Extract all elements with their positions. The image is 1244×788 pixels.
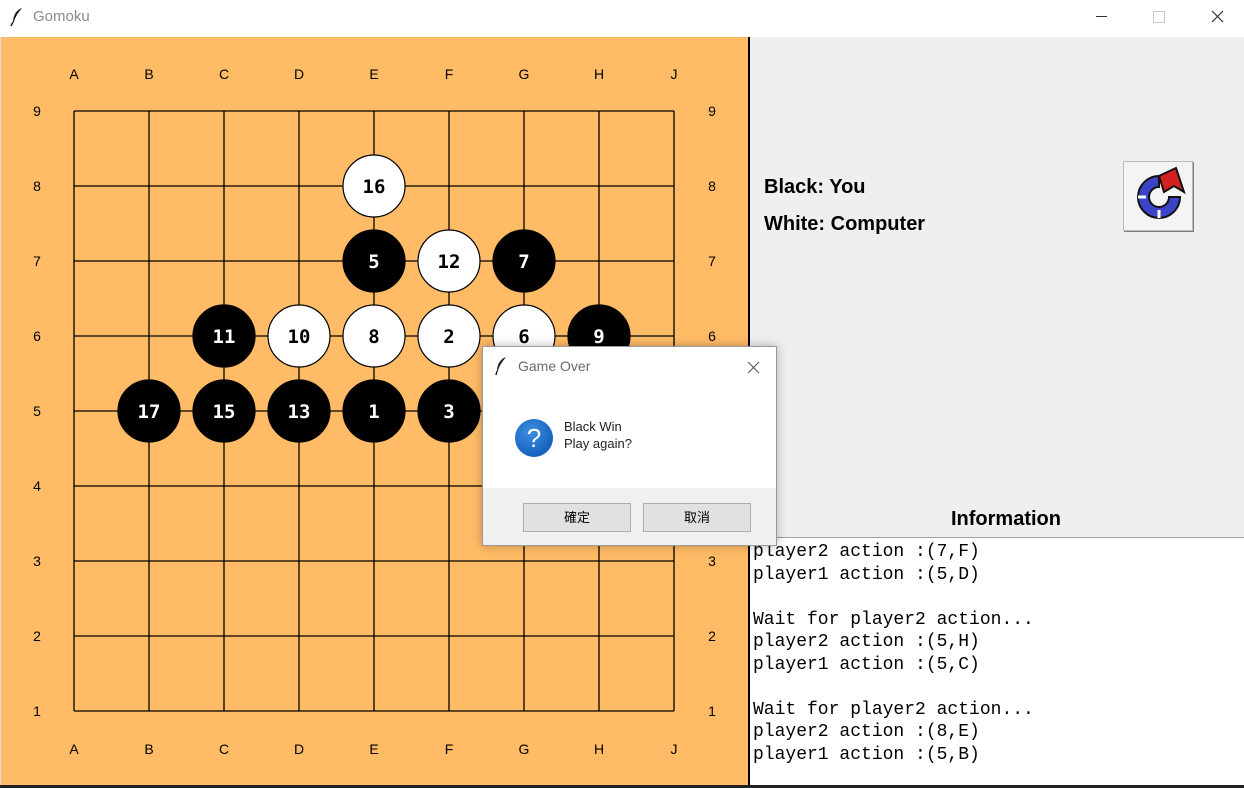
maximize-icon xyxy=(1153,11,1165,23)
stone-number: 6 xyxy=(518,326,529,348)
minimize-button[interactable] xyxy=(1078,0,1124,34)
row-label: 3 xyxy=(33,553,41,569)
column-label: F xyxy=(445,741,454,757)
column-label: A xyxy=(69,66,79,82)
stone-number: 1 xyxy=(368,401,379,423)
information-log[interactable]: player2 action :(7,F) player1 action :(5,… xyxy=(750,537,1244,785)
player-info-panel: Black: You White: Computer Information xyxy=(750,37,1244,537)
column-label: G xyxy=(519,741,530,757)
dialog-close-button[interactable] xyxy=(743,357,763,377)
row-label: 1 xyxy=(708,703,716,719)
log-line: player2 action :(5,H) xyxy=(753,632,980,652)
feather-icon xyxy=(10,8,22,27)
column-label: B xyxy=(144,66,153,82)
column-label: E xyxy=(369,741,378,757)
row-label: 3 xyxy=(708,553,716,569)
column-label: J xyxy=(671,66,678,82)
column-label: F xyxy=(445,66,454,82)
stone-number: 3 xyxy=(443,401,454,423)
restart-icon xyxy=(1137,166,1186,219)
cancel-button[interactable]: 取消 xyxy=(643,503,751,532)
stone-number: 12 xyxy=(438,251,461,273)
question-icon: ? xyxy=(515,419,553,457)
stone-number: 2 xyxy=(443,326,454,348)
row-label: 7 xyxy=(33,253,41,269)
svg-text:?: ? xyxy=(527,423,541,453)
maximize-button[interactable] xyxy=(1136,0,1182,34)
row-label: 9 xyxy=(708,103,716,119)
stone-number: 17 xyxy=(138,401,161,423)
feather-icon xyxy=(495,357,506,376)
close-button[interactable] xyxy=(1194,0,1240,34)
black-player-label: Black: You xyxy=(764,176,866,198)
restart-button[interactable] xyxy=(1123,161,1193,231)
window-titlebar: Gomoku xyxy=(0,0,1244,34)
row-label: 2 xyxy=(708,628,716,644)
dialog-footer: 確定 取消 xyxy=(483,488,776,545)
log-line: Wait for player2 action... xyxy=(753,699,1034,720)
column-label: D xyxy=(294,66,304,82)
column-label: J xyxy=(671,741,678,757)
log-line: player2 action :(8,E) xyxy=(753,722,980,742)
dialog-title: Game Over xyxy=(518,358,591,374)
stone-number: 9 xyxy=(593,326,604,348)
close-icon xyxy=(1211,10,1224,23)
column-label: C xyxy=(219,741,229,757)
row-label: 8 xyxy=(33,178,41,194)
log-line: player1 action :(5,C) xyxy=(753,654,980,675)
log-line: player1 action :(5,D) xyxy=(753,564,980,585)
log-line: player2 action :(7,F) xyxy=(753,542,980,562)
stone-number: 11 xyxy=(213,326,236,348)
column-label: H xyxy=(594,741,604,757)
dialog-message-question: Play again? xyxy=(564,436,632,451)
column-label: H xyxy=(594,66,604,82)
stone-number: 15 xyxy=(213,401,236,423)
row-label: 4 xyxy=(33,478,41,494)
row-label: 9 xyxy=(33,103,41,119)
row-label: 5 xyxy=(33,403,41,419)
column-label: E xyxy=(369,66,378,82)
game-over-dialog: Game Over ? Black Win Play again? 確定 取消 xyxy=(482,346,777,546)
row-label: 8 xyxy=(708,178,716,194)
window-title: Gomoku xyxy=(33,8,90,25)
dialog-message-result: Black Win xyxy=(564,419,622,434)
stone-number: 7 xyxy=(518,251,529,273)
column-label: C xyxy=(219,66,229,82)
stone-number: 16 xyxy=(363,176,386,198)
log-line: Wait for player2 action... xyxy=(753,609,1034,630)
column-label: G xyxy=(519,66,530,82)
column-label: B xyxy=(144,741,153,757)
column-label: A xyxy=(69,741,79,757)
stone-number: 10 xyxy=(288,326,311,348)
row-label: 2 xyxy=(33,628,41,644)
row-label: 6 xyxy=(33,328,41,344)
information-heading: Information xyxy=(951,508,1061,530)
row-label: 1 xyxy=(33,703,41,719)
row-label: 7 xyxy=(708,253,716,269)
log-line: player1 action :(5,B) xyxy=(753,744,980,765)
close-icon xyxy=(747,361,760,374)
stone-number: 8 xyxy=(368,326,379,348)
ok-button[interactable]: 確定 xyxy=(523,503,631,532)
minimize-icon xyxy=(1096,16,1107,17)
column-label: D xyxy=(294,741,304,757)
row-label: 6 xyxy=(708,328,716,344)
stone-number: 13 xyxy=(288,401,311,423)
white-player-label: White: Computer xyxy=(764,213,926,235)
stone-number: 5 xyxy=(368,251,379,273)
